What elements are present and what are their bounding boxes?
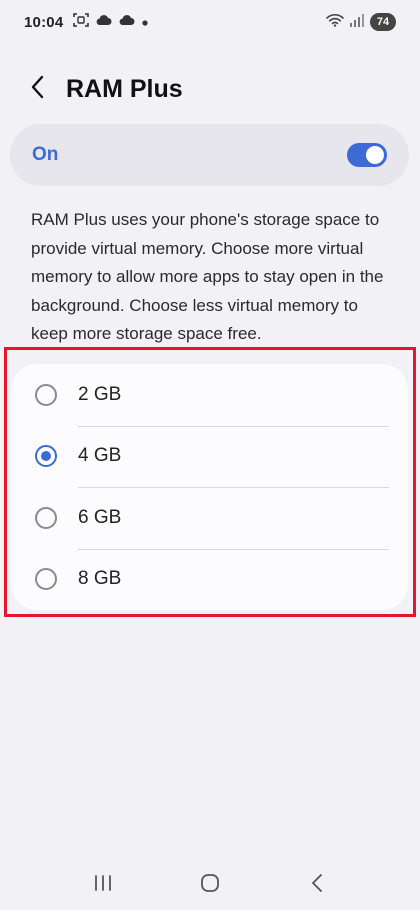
back-icon (311, 873, 323, 898)
recents-icon (93, 874, 113, 897)
back-button[interactable] (18, 66, 58, 112)
status-bar: 10:04 74 (0, 0, 420, 44)
status-right: 74 (326, 13, 396, 32)
back-nav-button[interactable] (287, 860, 347, 910)
master-switch-label: On (32, 144, 59, 165)
cloud-icon (96, 13, 112, 31)
screenshot-icon (73, 12, 90, 32)
status-icons-left (73, 12, 148, 32)
dot-icon (142, 13, 148, 31)
page-title: RAM Plus (66, 74, 183, 103)
home-button[interactable] (180, 860, 240, 910)
navigation-bar (0, 860, 420, 910)
wifi-icon (326, 13, 344, 32)
recents-button[interactable] (73, 860, 133, 910)
battery-badge: 74 (370, 13, 396, 31)
status-left: 10:04 (24, 12, 148, 32)
signal-icon (350, 13, 364, 32)
master-toggle[interactable] (347, 143, 387, 167)
home-icon (200, 873, 220, 898)
toggle-knob (366, 146, 384, 164)
cloud-icon (119, 13, 135, 31)
master-switch-bar[interactable]: On (10, 124, 409, 186)
header: RAM Plus (18, 66, 402, 112)
chevron-left-icon (31, 75, 45, 104)
description-text: RAM Plus uses your phone's storage space… (31, 210, 384, 343)
status-time: 10:04 (24, 13, 64, 31)
highlight-box (4, 347, 416, 617)
